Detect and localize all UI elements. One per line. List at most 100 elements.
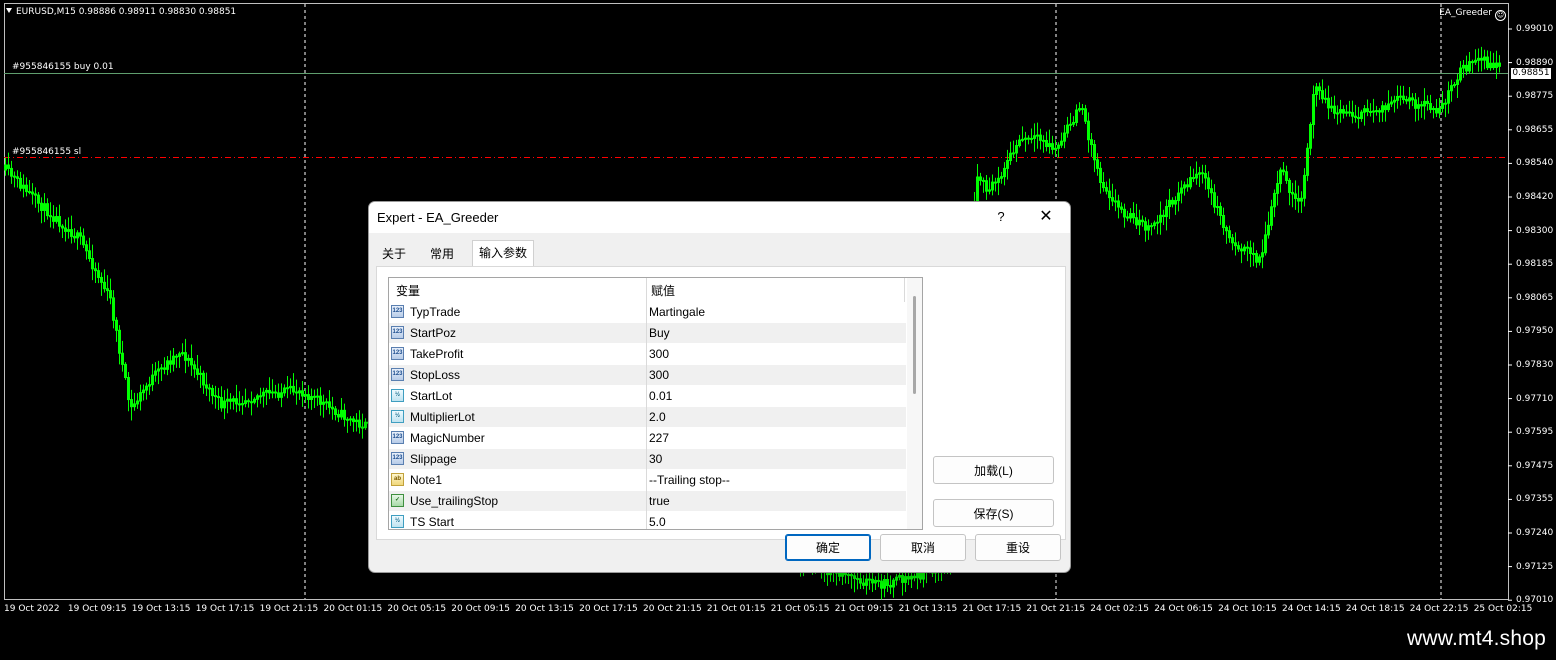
parameter-name: StartLot bbox=[410, 389, 453, 403]
parameter-value[interactable]: 300 bbox=[649, 368, 669, 382]
time-axis-label: 24 Oct 14:15 bbox=[1282, 604, 1341, 614]
price-axis-label: 0.98300 bbox=[1516, 225, 1554, 236]
parameter-name: TS Start bbox=[410, 515, 455, 529]
parameter-name: Note1 bbox=[410, 473, 443, 487]
time-axis-label: 20 Oct 01:15 bbox=[323, 604, 383, 614]
column-header-variable[interactable]: 变量 bbox=[396, 282, 420, 299]
time-axis-label: 20 Oct 05:15 bbox=[387, 604, 447, 614]
parameter-row[interactable]: 123 StartPoz Buy bbox=[389, 323, 906, 344]
parameter-row[interactable]: ab Note1 --Trailing stop-- bbox=[389, 470, 906, 491]
grid-rows: 123 TypTrade Martingale 123 StartPoz Buy 123 Ta… bbox=[389, 302, 906, 529]
parameter-row[interactable]: 123 TypTrade Martingale bbox=[389, 302, 906, 323]
time-axis-label: 19 Oct 09:15 bbox=[67, 604, 127, 614]
load-button-label: 加载(L) bbox=[974, 464, 1013, 478]
expert-properties-dialog: Expert - EA_Greeder ? ✕ 关于 常用 输入参数 变量 赋值… bbox=[368, 201, 1071, 573]
parameter-row[interactable]: 123 Slippage 30 bbox=[389, 449, 906, 470]
price-axis-label: 0.98775 bbox=[1516, 91, 1554, 102]
order-buy-label: #955846155 buy 0.01 bbox=[12, 62, 114, 72]
parameter-row[interactable]: 123 TakeProfit 300 bbox=[389, 344, 906, 365]
close-icon[interactable]: ✕ bbox=[1033, 207, 1059, 227]
time-axis-label: 20 Oct 13:15 bbox=[515, 604, 574, 614]
parameter-name: StopLoss bbox=[410, 368, 461, 382]
bool-icon: ✓ bbox=[391, 494, 404, 507]
string-icon: ab bbox=[391, 473, 404, 486]
reset-button-label: 重设 bbox=[1005, 541, 1030, 555]
tab-inputs[interactable]: 输入参数 bbox=[472, 240, 535, 267]
price-axis-label: 0.97830 bbox=[1516, 360, 1554, 370]
column-header-value[interactable]: 赋值 bbox=[651, 282, 675, 299]
time-axis-label: 24 Oct 10:15 bbox=[1218, 604, 1277, 614]
parameter-value[interactable]: 227 bbox=[649, 431, 669, 445]
price-axis-label: 0.98890 bbox=[1516, 57, 1554, 68]
inputs-panel: 变量 赋值 123 TypTrade Martingale 123 StartPoz Bu… bbox=[376, 266, 1066, 540]
parameter-value[interactable]: 5.0 bbox=[649, 515, 666, 529]
parameter-value[interactable]: --Trailing stop-- bbox=[649, 473, 730, 487]
parameter-value[interactable]: Buy bbox=[649, 326, 670, 340]
time-axis-label: 21 Oct 09:15 bbox=[834, 604, 894, 614]
order-sl-label: #955846155 sl bbox=[12, 147, 82, 157]
ok-button[interactable]: 确定 bbox=[785, 534, 871, 561]
parameter-value[interactable]: true bbox=[649, 494, 670, 508]
parameter-value[interactable]: 2.0 bbox=[649, 410, 666, 424]
expert-label[interactable]: EA_Greeder ☺ bbox=[1439, 8, 1506, 21]
parameter-name: Use_trailingStop bbox=[410, 494, 499, 508]
grid-scrollbar[interactable] bbox=[907, 278, 922, 529]
current-price-tag: 0.98851 bbox=[1511, 68, 1551, 79]
load-button[interactable]: 加载(L) bbox=[933, 456, 1054, 484]
parameter-row[interactable]: 123 MagicNumber 227 bbox=[389, 428, 906, 449]
watermark: www.mt4.shop bbox=[1407, 627, 1546, 650]
price-axis-label: 0.98185 bbox=[1516, 259, 1554, 270]
time-axis-label: 21 Oct 21:15 bbox=[1026, 604, 1086, 614]
price-axis-label: 0.98655 bbox=[1516, 124, 1554, 135]
time-axis-label: 20 Oct 17:15 bbox=[579, 604, 638, 614]
price-axis-label: 0.97710 bbox=[1516, 393, 1554, 404]
int-icon: 123 bbox=[391, 347, 404, 360]
time-axis-label: 24 Oct 18:15 bbox=[1345, 604, 1405, 614]
price-axis-label: 0.98540 bbox=[1516, 158, 1554, 169]
tab-about[interactable]: 关于 bbox=[376, 243, 413, 265]
time-axis-label: 20 Oct 21:15 bbox=[643, 604, 702, 614]
parameter-row[interactable]: ½ MultiplierLot 2.0 bbox=[389, 407, 906, 428]
int-icon: 123 bbox=[391, 326, 404, 339]
price-axis-label: 0.99010 bbox=[1516, 24, 1554, 34]
help-button[interactable]: ? bbox=[989, 207, 1013, 227]
dialog-titlebar[interactable]: Expert - EA_Greeder ? ✕ bbox=[369, 202, 1070, 233]
parameter-value[interactable]: 300 bbox=[649, 347, 669, 361]
time-axis-label: 20 Oct 09:15 bbox=[451, 604, 510, 614]
tab-common[interactable]: 常用 bbox=[424, 243, 461, 265]
price-axis-label: 0.98065 bbox=[1516, 292, 1554, 303]
price-axis-label: 0.97950 bbox=[1516, 326, 1554, 337]
parameter-row[interactable]: 123 StopLoss 300 bbox=[389, 365, 906, 386]
cancel-button[interactable]: 取消 bbox=[880, 534, 966, 561]
parameter-row[interactable]: ✓ Use_trailingStop true bbox=[389, 491, 906, 512]
parameter-name: MagicNumber bbox=[410, 431, 485, 445]
time-axis-label: 21 Oct 01:15 bbox=[706, 604, 766, 614]
price-axis-label: 0.97595 bbox=[1516, 427, 1554, 438]
price-axis-label: 0.97240 bbox=[1516, 528, 1554, 538]
symbol-info: EURUSD,M15 0.98886 0.98911 0.98830 0.988… bbox=[16, 7, 237, 17]
time-axis-label: 25 Oct 02:15 bbox=[1473, 604, 1533, 614]
parameter-row[interactable]: ½ TS Start 5.0 bbox=[389, 512, 906, 529]
parameter-name: Slippage bbox=[410, 452, 457, 466]
input-parameters-grid[interactable]: 变量 赋值 123 TypTrade Martingale 123 StartPoz Bu… bbox=[388, 277, 923, 530]
time-axis-label: 24 Oct 02:15 bbox=[1090, 604, 1149, 614]
parameter-value[interactable]: Martingale bbox=[649, 305, 705, 319]
parameter-value[interactable]: 30 bbox=[649, 452, 662, 466]
time-axis-label: 19 Oct 17:15 bbox=[195, 604, 255, 614]
ok-button-label: 确定 bbox=[815, 541, 840, 555]
int-icon: 123 bbox=[391, 368, 404, 381]
parameter-name: MultiplierLot bbox=[410, 410, 475, 424]
save-button[interactable]: 保存(S) bbox=[933, 499, 1054, 527]
time-axis-label: 21 Oct 13:15 bbox=[898, 604, 958, 614]
double-icon: ½ bbox=[391, 515, 404, 528]
parameter-name: StartPoz bbox=[410, 326, 457, 340]
parameter-row[interactable]: ½ StartLot 0.01 bbox=[389, 386, 906, 407]
scrollbar-thumb[interactable] bbox=[913, 296, 916, 394]
dialog-title: Expert - EA_Greeder bbox=[377, 210, 499, 225]
time-axis-label: 24 Oct 06:15 bbox=[1154, 604, 1213, 614]
reset-button[interactable]: 重设 bbox=[975, 534, 1061, 561]
parameter-value[interactable]: 0.01 bbox=[649, 389, 672, 403]
price-axis-label: 0.97355 bbox=[1516, 494, 1554, 505]
int-icon: 123 bbox=[391, 452, 404, 465]
dropdown-triangle-icon[interactable] bbox=[6, 8, 12, 13]
